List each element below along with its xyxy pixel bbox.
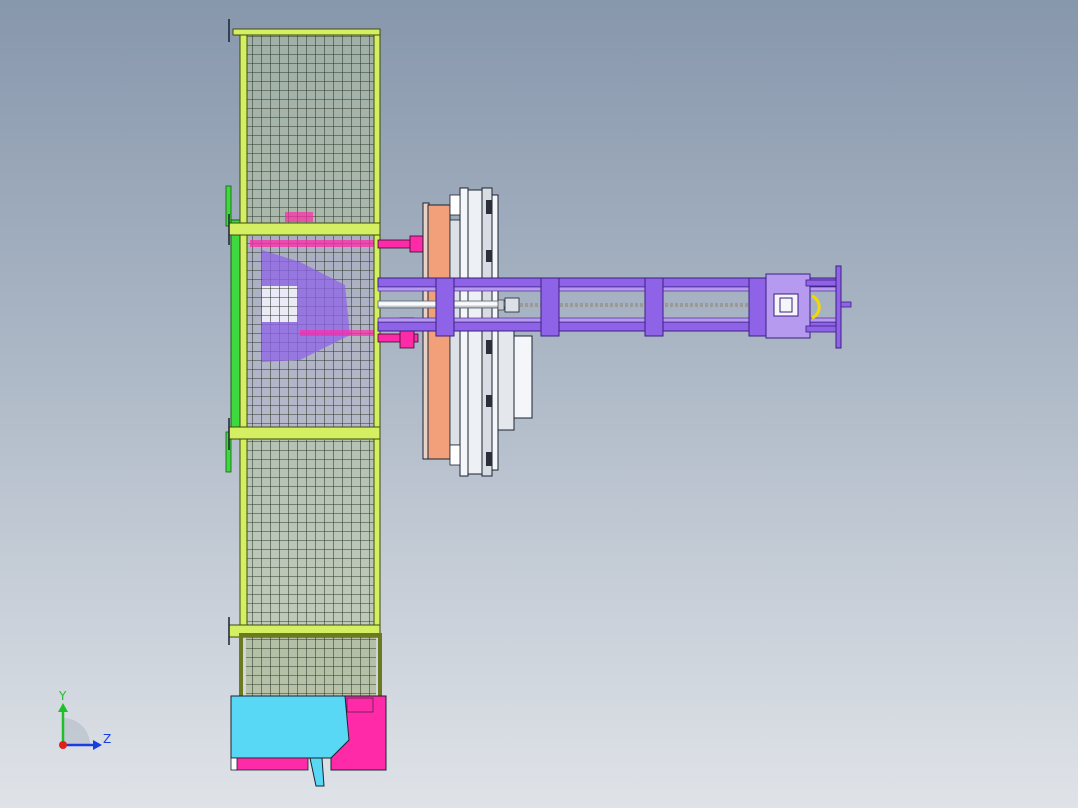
end-sprocket-ring	[811, 294, 821, 320]
guard-fence[interactable]	[225, 19, 382, 723]
base-foot	[309, 757, 325, 787]
boom-clamp-1	[435, 277, 455, 337]
fence-post-left	[239, 30, 248, 638]
boom-clamp-4	[748, 277, 768, 337]
internal-magenta-rail-top	[250, 240, 375, 247]
linear-boom[interactable]	[377, 265, 852, 349]
y-axis-label: Y	[58, 689, 67, 703]
coordinate-triad: Y Z	[58, 689, 111, 750]
x-axis-dot-icon	[59, 741, 67, 749]
assembly-drawing[interactable]: Y Z	[0, 0, 1078, 808]
turntable-assembly[interactable]	[449, 187, 533, 477]
internal-magenta-parts	[285, 212, 313, 222]
internal-magenta-rail-bottom	[300, 330, 375, 336]
boom-clamp-3	[644, 277, 664, 337]
boom-end-plate	[835, 265, 842, 349]
y-axis-arrow-icon	[58, 703, 68, 712]
cad-viewport[interactable]: Y Z	[0, 0, 1078, 808]
base-magenta-strip	[235, 757, 309, 771]
base-cyan-housing	[230, 695, 350, 759]
fence-rail-2	[228, 426, 381, 440]
fence-rail-1	[228, 222, 381, 236]
boom-clamp-2	[540, 277, 560, 337]
z-axis-label: Z	[103, 732, 111, 746]
fence-rail-top	[232, 28, 381, 36]
base-unit[interactable]	[230, 695, 387, 787]
z-axis-arrow-icon	[93, 740, 102, 750]
